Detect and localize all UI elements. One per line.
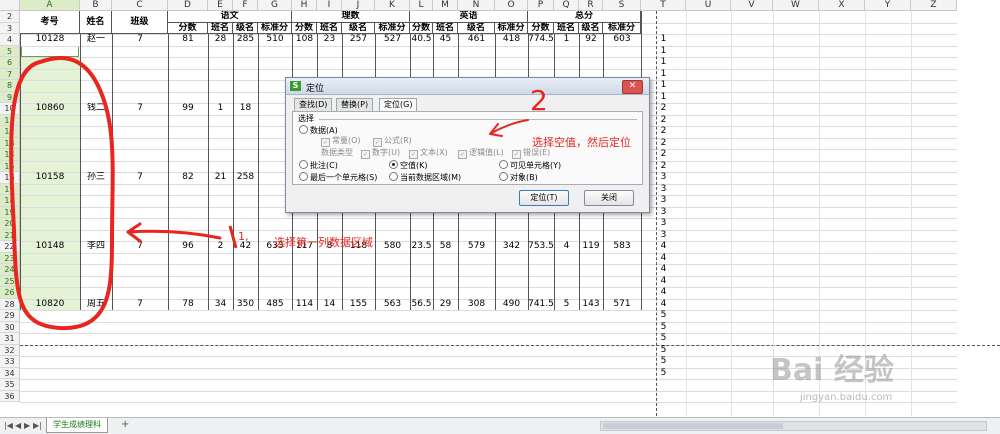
step-2-text: 选择空值，然后定位 [532,136,631,149]
horizontal-scrollbar[interactable] [600,421,987,431]
first-sheet-icon[interactable]: |◀ [4,421,13,430]
pen-1-stroke [228,225,238,249]
step-2-number: 2 [530,84,548,117]
scrollbar-thumb[interactable] [603,423,783,429]
selection-circle-drawing [9,56,115,331]
sheet-tab-active[interactable]: 学生成绩理科 [46,418,108,433]
last-sheet-icon[interactable]: ▶| [33,421,42,430]
arrow-1-drawing [126,222,222,243]
prev-sheet-icon[interactable]: ◀ [15,421,21,430]
sheet-tab-bar: |◀ ◀ ▶ ▶| 学生成绩理科 + [0,417,1000,434]
next-sheet-icon[interactable]: ▶ [24,421,30,430]
add-sheet-icon[interactable]: + [121,419,129,430]
arrow-2-drawing [489,119,529,137]
step-1-number: 1, [238,230,249,243]
watermark-brand: Bai 经验 [770,353,894,388]
watermark-url: jingyan.baidu.com [800,392,893,403]
step-1-text: 选择第一列数据区域 [274,236,373,249]
